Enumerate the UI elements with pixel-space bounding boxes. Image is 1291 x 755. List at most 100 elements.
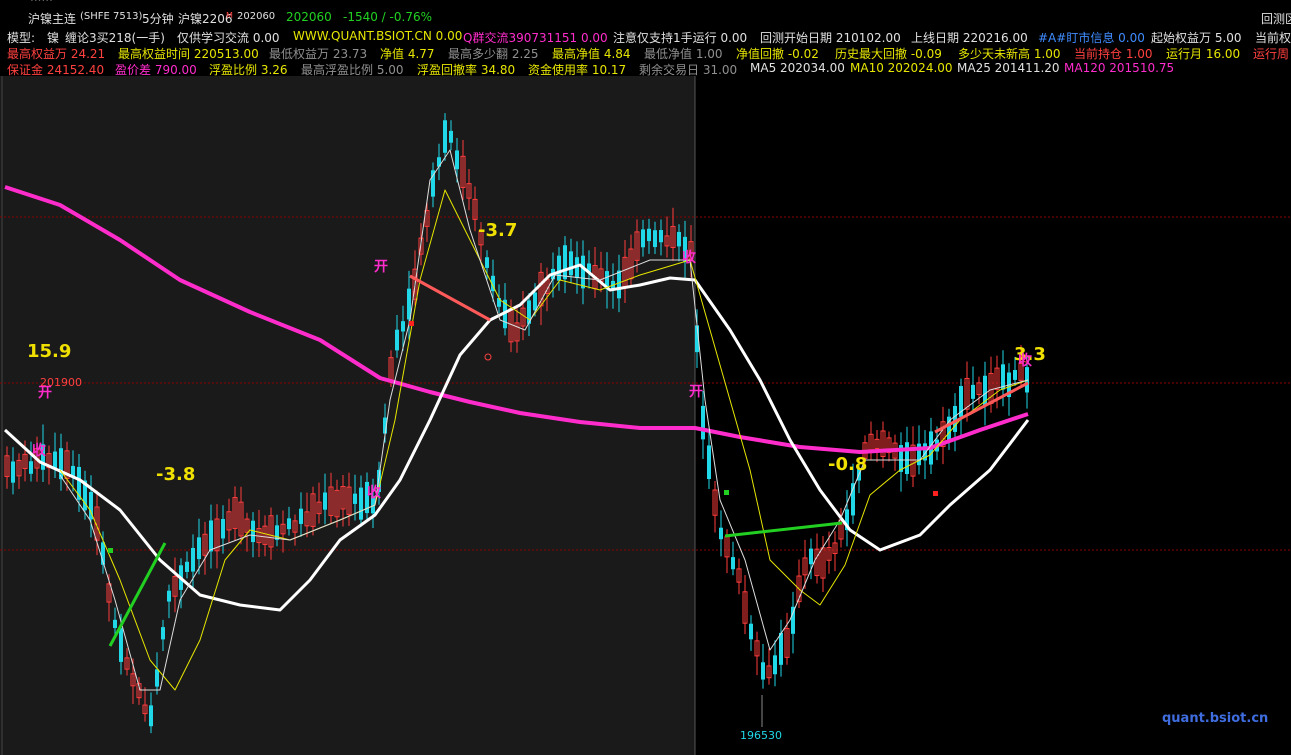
open-signal: 开 <box>374 259 388 275</box>
candle-body <box>449 130 453 143</box>
indicator-value: 浮盈回撤率 34.80 <box>417 63 516 76</box>
indicator-value: 当前持仓 1.00 <box>1074 47 1153 60</box>
indicator-value: 当前权益万 23 <box>1255 31 1291 44</box>
indicator-value: 净值回撤 -0.02 <box>736 47 819 60</box>
indicator-value: 剩余交易日 31.00 <box>639 63 738 76</box>
candle-body <box>275 525 279 540</box>
candle-body <box>581 255 585 289</box>
candle-body <box>779 632 783 665</box>
candle-body <box>809 548 813 565</box>
candle-body <box>707 445 711 480</box>
loss-label: -3.8 <box>156 464 196 485</box>
highlight-region <box>0 76 695 755</box>
indicator-value: 注意仅支持1手运行 0.00 <box>613 31 748 44</box>
site-watermark: quant.bsiot.cn <box>1162 711 1269 726</box>
indicator-value: 模型: <box>7 31 36 44</box>
candle-body <box>653 230 657 248</box>
price-change: -1540 / -0.76% <box>343 10 432 24</box>
indicator-value: 最高多少翻 2.25 <box>448 47 539 60</box>
candle-body <box>167 590 171 602</box>
candle-body <box>971 384 975 399</box>
close-signal: 收 <box>1018 353 1032 369</box>
candle-body <box>29 461 33 474</box>
candlestick-chart[interactable] <box>0 76 1291 755</box>
menu-strip-clipped: ······ <box>0 0 1291 8</box>
close-signal: 收 <box>32 443 46 459</box>
candle-body <box>155 669 159 687</box>
candle-body <box>455 150 459 170</box>
candle-body <box>209 520 213 552</box>
indicator-value: 上线日期 220216.00 <box>911 31 1028 44</box>
candle-body <box>563 245 567 280</box>
indicator-value: #A#盯市信息 0.00 <box>1038 31 1145 44</box>
profit-label: 15.9 <box>27 341 72 362</box>
open-signal: 开 <box>689 384 703 400</box>
candle-body <box>185 561 189 572</box>
indicator-value: 运行周 68.00 <box>1253 47 1291 60</box>
candle-body <box>113 619 117 628</box>
candle-body <box>677 231 681 247</box>
open-signal: 开 <box>38 385 52 401</box>
candle-body <box>119 628 123 662</box>
entry-marker <box>108 548 113 553</box>
backtest-button[interactable]: 回测区 <box>1261 10 1291 27</box>
indicator-value: 最高净值 4.84 <box>552 47 631 60</box>
candle-body <box>53 451 57 469</box>
indicator-value: 运行月 16.00 <box>1166 47 1241 60</box>
indicator-value: WWW.QUANT.BSIOT.CN 0.00 <box>293 29 463 43</box>
entry-marker <box>933 491 938 496</box>
candle-body <box>401 321 405 332</box>
loss-label: -3.7 <box>478 220 518 241</box>
symbol-name: 沪镍主连 <box>28 12 77 26</box>
candle-body <box>647 228 651 242</box>
price-b: 202060 <box>286 10 332 24</box>
candle-body <box>569 251 573 276</box>
indicator-value: 净值 4.77 <box>380 47 435 60</box>
loss-label: -0.8 <box>828 454 868 475</box>
indicator-value: 最低净值 1.00 <box>644 47 723 60</box>
candle-body <box>659 230 663 243</box>
indicator-value: 最高权益万 24.21 <box>7 47 106 60</box>
contract-marker: M <box>226 11 233 20</box>
candle-body <box>191 547 195 572</box>
indicator-value: MA25 201411.20 <box>957 61 1060 75</box>
candle-body <box>719 527 723 540</box>
indicator-value: 起始权益万 5.00 <box>1151 31 1242 44</box>
indicator-value: 保证金 24152.40 <box>7 63 105 76</box>
indicator-value: 多少天未新高 1.00 <box>958 47 1061 60</box>
indicator-value: 镍_缠论3买218(一手) <box>47 31 165 44</box>
close-signal: 收 <box>682 250 696 266</box>
candle-body <box>641 229 645 248</box>
indicator-value: MA120 201510.75 <box>1064 61 1175 75</box>
candle-body <box>359 487 363 520</box>
period: 5分钟 <box>142 12 174 26</box>
candle-body <box>791 606 795 634</box>
menu-item-clipped[interactable]: ······ <box>30 0 53 7</box>
candle-body <box>617 270 621 299</box>
indicator-value: MA5 202034.00 <box>750 61 845 75</box>
indicator-value: 回测开始日期 210102.00 <box>760 31 901 44</box>
candle-body <box>443 120 447 153</box>
candle-body <box>353 493 357 504</box>
candle-body <box>701 405 705 440</box>
candle-body <box>197 537 201 560</box>
candle-body <box>497 298 501 307</box>
candle-body <box>905 442 909 475</box>
candle-body <box>323 492 327 510</box>
info-row: 模型: 镍_缠论3买218(一手) 仅供学习交流 0.00 WWW.QUANT.BSI… <box>0 28 1291 44</box>
indicator-value: 资金使用率 10.17 <box>528 63 627 76</box>
candle-body <box>485 257 489 268</box>
price-a: 202060 <box>237 11 276 22</box>
candle-body <box>557 255 561 281</box>
candle-body <box>731 557 735 570</box>
low-price-label: 196530 <box>740 729 782 742</box>
candle-body <box>773 655 777 675</box>
candle-body <box>533 292 537 311</box>
indicator-value: 仅供学习交流 0.00 <box>177 31 280 44</box>
candle-body <box>761 662 765 680</box>
candle-body <box>161 627 165 640</box>
symbol-code: (SHFE 7513) <box>80 11 143 22</box>
candle-body <box>299 508 303 524</box>
signal-line-green <box>724 521 843 538</box>
indicator-value: 盈价差 790.00 <box>115 63 197 76</box>
